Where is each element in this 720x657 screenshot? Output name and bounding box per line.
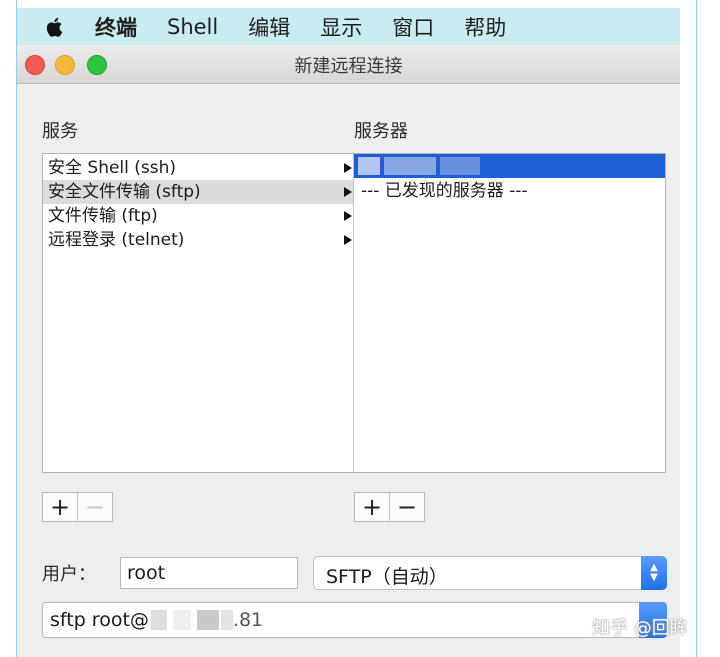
user-label: 用户： [42,564,96,585]
menu-shell[interactable]: Shell [167,15,218,39]
apple-icon[interactable] [45,15,65,39]
redacted-block [220,610,233,630]
user-field[interactable]: root [120,557,298,589]
title-bar: 新建远程连接 [17,45,680,84]
add-service-button[interactable]: + [43,493,77,521]
services-heading: 服务 [42,121,78,142]
disclosure-arrow-icon [344,235,352,245]
window-title: 新建远程连接 [294,56,403,77]
remove-service-button[interactable]: − [77,493,112,521]
watermark: 知乎 @回眸 [592,618,688,639]
service-item-label: 安全 Shell (ssh) [48,158,177,178]
servers-heading: 服务器 [354,121,408,142]
redacted-block [196,610,219,630]
redacted-block [172,610,191,630]
protocol-select[interactable]: SFTP（自动） ▲ ▼ [313,556,667,590]
connection-lists: 安全 Shell (ssh) 安全文件传输 (sftp) 文件传输 (ftp) … [42,153,666,473]
redacted-block [440,157,480,175]
add-server-button[interactable]: + [355,493,389,521]
menu-help[interactable]: 帮助 [464,12,506,42]
menu-window[interactable]: 窗口 [392,12,434,42]
service-item-label: 文件传输 (ftp) [48,206,158,226]
disclosure-arrow-icon [344,211,352,221]
service-item-ftp[interactable]: 文件传输 (ftp) [43,204,353,228]
redacted-block [150,610,167,630]
service-item-sftp[interactable]: 安全文件传输 (sftp) [43,180,353,204]
redacted-block [358,157,380,175]
command-field[interactable]: sftp root@ .81 [42,602,667,638]
select-chevrons-icon: ▲ ▼ [641,556,667,590]
command-suffix: .81 [232,609,264,631]
command-text: sftp root@ [50,609,149,631]
disclosure-arrow-icon [344,163,352,173]
discovered-servers-label: --- 已发现的服务器 --- [361,181,528,201]
remove-server-button[interactable]: − [389,493,424,521]
protocol-select-value: SFTP（自动） [326,566,448,588]
menu-edit[interactable]: 编辑 [248,12,290,42]
disclosure-arrow-icon [344,187,352,197]
service-item-label: 安全文件传输 (sftp) [48,182,201,202]
services-add-remove: + − [42,492,113,522]
service-item-label: 远程登录 (telnet) [48,230,185,250]
menu-terminal[interactable]: 终端 [95,12,137,42]
list-divider [353,154,354,472]
service-item-telnet[interactable]: 远程登录 (telnet) [43,228,353,252]
menu-view[interactable]: 显示 [320,12,362,42]
server-item-selected[interactable] [354,154,665,178]
menu-bar: 终端 Shell 编辑 显示 窗口 帮助 [17,8,680,45]
servers-add-remove: + − [354,492,425,522]
new-remote-connection-window: 新建远程连接 服务 服务器 安全 Shell (ssh) 安全文件传输 (sft… [17,45,680,657]
redacted-block [384,157,436,175]
service-item-ssh[interactable]: 安全 Shell (ssh) [43,156,353,180]
